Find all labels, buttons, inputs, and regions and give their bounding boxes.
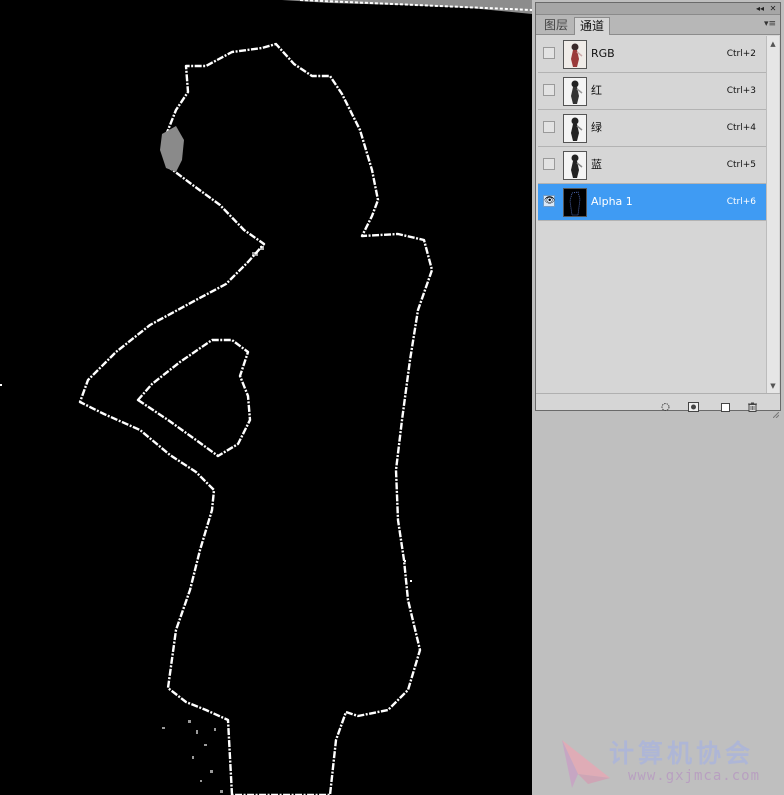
channel-name: 红 xyxy=(591,84,602,97)
channel-list-scrollbar[interactable]: ▲ ▼ xyxy=(766,36,779,394)
visibility-toggle[interactable] xyxy=(543,84,555,96)
channel-name: 蓝 xyxy=(591,158,602,171)
tab-channels[interactable]: 通道 xyxy=(574,17,611,35)
close-panel-icon[interactable]: ✕ xyxy=(767,3,779,14)
channel-name: 绿 xyxy=(591,121,602,134)
tab-layers[interactable]: 图层 xyxy=(539,17,573,35)
delete-channel-icon[interactable] xyxy=(747,397,758,412)
watermark-title: 计算机协会 xyxy=(609,739,755,768)
channel-thumbnail xyxy=(563,151,587,180)
watermark-url: www.gxjmca.com xyxy=(628,768,761,784)
channel-name: RGB xyxy=(591,47,615,60)
channel-thumbnail xyxy=(563,40,587,69)
load-selection-icon[interactable] xyxy=(660,397,671,411)
visibility-toggle[interactable] xyxy=(543,158,555,170)
channel-row-green[interactable]: 绿 Ctrl+4 xyxy=(538,110,766,147)
channel-shortcut: Ctrl+5 xyxy=(726,160,756,170)
site-watermark: 计算机协会 www.gxjmca.com xyxy=(558,732,784,792)
collapse-panel-icon[interactable]: ◂◂ xyxy=(754,3,766,14)
channel-thumbnail xyxy=(563,114,587,143)
channels-panel: ◂◂ ✕ 图层 通道 ▾≡ RGB Ctrl+2 红 Ctrl+3 绿 Ctrl… xyxy=(535,2,781,419)
document-canvas[interactable] xyxy=(0,0,532,795)
new-channel-icon[interactable] xyxy=(720,397,731,412)
scroll-down-icon[interactable]: ▼ xyxy=(767,380,779,392)
scroll-up-icon[interactable]: ▲ xyxy=(767,38,779,50)
channel-shortcut: Ctrl+2 xyxy=(726,49,756,59)
resize-grip-icon[interactable] xyxy=(772,403,780,419)
visibility-toggle[interactable] xyxy=(543,121,555,133)
eye-icon[interactable]: 👁 xyxy=(543,195,555,207)
visibility-toggle[interactable] xyxy=(543,47,555,59)
save-selection-icon[interactable] xyxy=(688,397,699,412)
paper-plane-logo-icon xyxy=(562,740,610,788)
channel-shortcut: Ctrl+6 xyxy=(726,197,756,207)
panel-tabs: 图层 通道 ▾≡ xyxy=(536,15,780,35)
channel-row-blue[interactable]: 蓝 Ctrl+5 xyxy=(538,147,766,184)
channel-thumbnail xyxy=(563,188,587,217)
channel-row-alpha1[interactable]: 👁 Alpha 1 Ctrl+6 xyxy=(538,184,766,221)
panel-footer xyxy=(536,393,780,419)
channel-row-red[interactable]: 红 Ctrl+3 xyxy=(538,73,766,110)
panel-menu-icon[interactable]: ▾≡ xyxy=(764,18,776,30)
channel-thumbnail xyxy=(563,77,587,106)
channel-shortcut: Ctrl+4 xyxy=(726,123,756,133)
panel-title-bar[interactable]: ◂◂ ✕ xyxy=(536,3,780,15)
channel-name: Alpha 1 xyxy=(591,195,633,208)
channel-row-rgb[interactable]: RGB Ctrl+2 xyxy=(538,36,766,73)
channel-shortcut: Ctrl+3 xyxy=(726,86,756,96)
channel-list: RGB Ctrl+2 红 Ctrl+3 绿 Ctrl+4 蓝 Ctrl+5 👁 … xyxy=(538,36,766,221)
alpha-channel-silhouette xyxy=(0,0,532,795)
